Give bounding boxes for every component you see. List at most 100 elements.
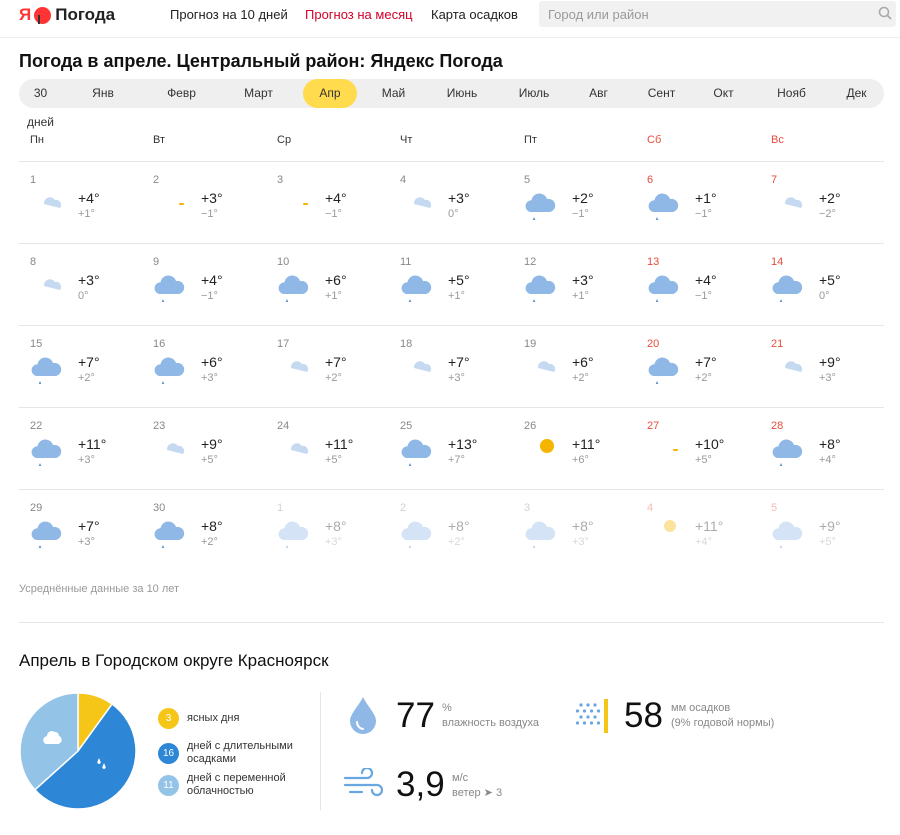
day-cell[interactable]: 19 +6° +2° xyxy=(513,326,631,400)
day-cell[interactable]: 2 +3° −1° xyxy=(142,162,260,236)
weekday-label: Пт xyxy=(524,134,537,146)
day-cell[interactable]: 22 +11° +3° xyxy=(19,408,137,482)
temp-max: +5° xyxy=(819,272,841,288)
day-cell[interactable]: 1 +8° +3° xyxy=(266,490,384,564)
day-cell[interactable]: 3 +4° −1° xyxy=(266,162,384,236)
day-cell[interactable]: 6 +1° −1° xyxy=(636,162,754,236)
day-number: 29 xyxy=(30,502,43,514)
cloud-rain-icon xyxy=(648,357,679,384)
temp-max: +6° xyxy=(325,272,347,288)
tab-month[interactable]: Дек xyxy=(829,79,884,108)
day-cell[interactable]: 5 +9° +5° xyxy=(760,490,878,564)
day-number: 24 xyxy=(277,420,290,432)
day-cell[interactable]: 17 +7° +2° xyxy=(266,326,384,400)
day-cell[interactable]: 12 +3° +1° xyxy=(513,244,631,318)
day-cell[interactable]: 9 +4° −1° xyxy=(142,244,260,318)
day-cell[interactable]: 30 +8° +2° xyxy=(142,490,260,564)
page-title: Погода в апреле. Центральный район: Янде… xyxy=(19,51,503,71)
day-number: 13 xyxy=(647,256,660,268)
day-number: 6 xyxy=(647,174,654,186)
day-number: 5 xyxy=(524,174,531,186)
tab-month[interactable]: Май xyxy=(371,79,416,108)
day-cell[interactable]: 14 +5° 0° xyxy=(760,244,878,318)
humidity-label: влажность воздуха xyxy=(442,717,539,729)
temp-min: +1° xyxy=(78,208,95,220)
humidity-value: 77 xyxy=(396,696,435,735)
day-cell[interactable]: 2 +8° +2° xyxy=(389,490,507,564)
legend-item: 11 дней с переменной облачностью xyxy=(158,772,307,798)
nav-precipitation-map[interactable]: Карта осадков xyxy=(431,7,518,22)
day-cell[interactable]: 25 +13° +7° xyxy=(389,408,507,482)
cloud-rain-icon xyxy=(525,521,556,548)
day-cell[interactable]: 5 +2° −1° xyxy=(513,162,631,236)
tab-month[interactable]: Янв xyxy=(81,79,125,108)
day-cell[interactable]: 15 +7° +2° xyxy=(19,326,137,400)
temp-min: +6° xyxy=(572,454,589,466)
day-number: 19 xyxy=(524,338,537,350)
day-cell[interactable]: 4 +11° +4° xyxy=(636,490,754,564)
day-number: 10 xyxy=(277,256,290,268)
day-cell[interactable]: 7 +2° −2° xyxy=(760,162,878,236)
day-cell[interactable]: 20 +7° +2° xyxy=(636,326,754,400)
day-number: 20 xyxy=(647,338,660,350)
day-cell[interactable]: 23 +9° +5° xyxy=(142,408,260,482)
temp-min: 0° xyxy=(78,290,89,302)
day-cell[interactable]: 3 +8° +3° xyxy=(513,490,631,564)
divider xyxy=(320,692,321,810)
tab-month[interactable]: Окт xyxy=(696,79,751,108)
day-cell[interactable]: 27 +10° +5° xyxy=(636,408,754,482)
day-cell[interactable]: 18 +7° +3° xyxy=(389,326,507,400)
legend-count-badge: 3 xyxy=(158,708,179,729)
cloud-rain-icon xyxy=(772,439,803,466)
cloud-sun-icon xyxy=(537,361,556,372)
logo[interactable]: Я Погода xyxy=(19,3,115,27)
nav-forecast-month[interactable]: Прогноз на месяц xyxy=(305,7,413,22)
day-cell[interactable]: 8 +3° 0° xyxy=(19,244,137,318)
day-cell[interactable]: 11 +5° +1° xyxy=(389,244,507,318)
search-input[interactable] xyxy=(539,1,896,27)
day-cell[interactable]: 10 +6° +1° xyxy=(266,244,384,318)
day-cell[interactable]: 13 +4° −1° xyxy=(636,244,754,318)
tab-month[interactable]: Июнь xyxy=(433,79,491,108)
tab-month[interactable]: 30 дней xyxy=(19,79,62,129)
temp-min: +1° xyxy=(325,290,342,302)
tab-month[interactable]: Апр xyxy=(303,79,357,108)
day-cell[interactable]: 16 +6° +3° xyxy=(142,326,260,400)
day-cell[interactable]: 4 +3° 0° xyxy=(389,162,507,236)
tab-month[interactable]: Авг xyxy=(576,79,621,108)
day-number: 17 xyxy=(277,338,290,350)
day-number: 18 xyxy=(400,338,413,350)
day-cell[interactable]: 24 +11° +5° xyxy=(266,408,384,482)
cloud-rain-icon xyxy=(648,275,679,302)
day-number: 3 xyxy=(524,502,531,514)
temp-max: +9° xyxy=(819,354,841,370)
legend-label: ясных дня xyxy=(187,712,240,724)
day-cell[interactable]: 28 +8° +4° xyxy=(760,408,878,482)
temp-max: +3° xyxy=(78,272,100,288)
day-number: 23 xyxy=(153,420,166,432)
nav-forecast-10-days[interactable]: Прогноз на 10 дней xyxy=(170,7,288,22)
day-number: 1 xyxy=(30,174,37,186)
tab-month[interactable]: Март xyxy=(232,79,285,108)
day-cell[interactable]: 29 +7° +3° xyxy=(19,490,137,564)
temp-min: +5° xyxy=(325,454,342,466)
search-icon[interactable] xyxy=(878,6,892,20)
averaged-data-note: Усреднённые данные за 10 лет xyxy=(19,583,180,595)
cloud-rain-icon xyxy=(772,521,803,548)
tab-month[interactable]: Июль xyxy=(507,79,561,108)
tab-month[interactable]: Нояб xyxy=(760,79,823,108)
temp-min: +4° xyxy=(695,536,712,548)
day-cell[interactable]: 26 +11° +6° xyxy=(513,408,631,482)
day-cell[interactable]: 21 +9° +3° xyxy=(760,326,878,400)
day-cell[interactable]: 1 +4° +1° xyxy=(19,162,137,236)
humidity-unit: % xyxy=(442,702,452,714)
temp-max: +9° xyxy=(201,436,223,452)
day-number: 21 xyxy=(771,338,784,350)
cloud-rain-icon xyxy=(278,275,309,302)
temp-max: +8° xyxy=(819,436,841,452)
tab-month[interactable]: Сент xyxy=(634,79,689,108)
day-number: 26 xyxy=(524,420,537,432)
tab-month[interactable]: Февр xyxy=(154,79,209,108)
cloud-sun-icon xyxy=(784,361,803,372)
cloud-rain-icon xyxy=(154,521,185,548)
